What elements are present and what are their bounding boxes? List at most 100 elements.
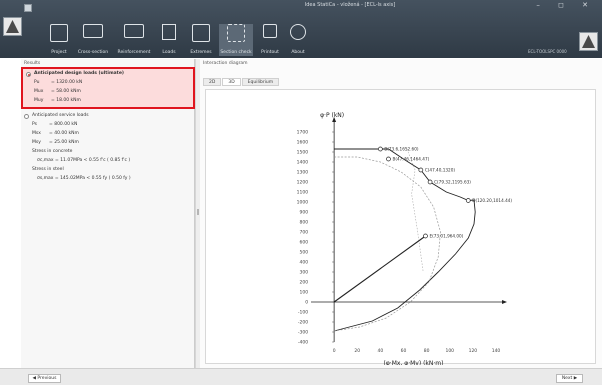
y-tick-label: -400	[298, 340, 308, 346]
x-tick-label: 60	[401, 348, 407, 354]
application-window: Idea StatiCa - vložená - [ECL-ls axis] –…	[0, 0, 602, 385]
service-loads-radio[interactable]	[24, 114, 29, 119]
data-point-label: C(47.40,1320)	[425, 168, 456, 173]
y-tick-label: 1400	[297, 160, 309, 166]
about-icon	[290, 24, 306, 40]
y-tick-label: 1500	[297, 150, 309, 156]
service-load-name: Ps	[32, 122, 37, 127]
y-tick-label: -100	[298, 310, 308, 316]
ultimate-load-value: = 58.00 kNm	[51, 89, 81, 94]
interaction-diagram-panel: Interaction diagram 2D3DEquilibrium ⊞⊕⊖⤢…	[200, 59, 602, 368]
results-panel-title: Results	[24, 61, 41, 66]
chart-canvas[interactable]: -400 -300 -200 -100 0 100 200 300 400 500 600 700 80…	[205, 89, 596, 365]
ultimate-loads-section: Anticipated design loads (ultimate) Pu =…	[21, 67, 195, 109]
project-icon	[50, 24, 68, 42]
x-axis-arrow	[502, 300, 507, 304]
data-point	[423, 233, 428, 239]
ultimate-load-name: Mux	[34, 89, 44, 94]
y-tick-label: 1300	[297, 170, 309, 176]
series-line	[334, 156, 441, 332]
next-button[interactable]: Next ▶	[556, 374, 583, 383]
results-panel: Results Anticipated design loads (ultima…	[21, 59, 195, 368]
service-load-value: = 40.00 kNm	[49, 131, 79, 136]
x-tick-label: 100	[445, 348, 454, 354]
y-tick-label: 1100	[297, 190, 309, 196]
ribbon-reinforcement-button[interactable]: Reinforcement	[115, 24, 153, 56]
data-point	[418, 167, 424, 173]
diagram-title: Interaction diagram	[203, 61, 248, 66]
extremes-icon	[192, 24, 210, 42]
data-point	[465, 198, 471, 203]
series-line	[406, 148, 424, 273]
data-point-label: E(73.01,964.00)	[429, 234, 463, 239]
service-load-value: = 25.00 kNm	[49, 140, 79, 145]
x-tick-label: 120	[469, 348, 478, 354]
ultimate-load-name: Muy	[34, 98, 44, 103]
ribbon-extremes-button[interactable]: Extremes	[186, 24, 216, 56]
ultimate-loads-title: Anticipated design loads (ultimate)	[34, 71, 124, 76]
y-tick-label: 100	[300, 290, 309, 296]
ultimate-loads-radio[interactable]	[26, 72, 31, 77]
y-tick-label: -200	[298, 320, 308, 326]
section-check-icon	[227, 24, 245, 42]
y-tick-label: -300	[298, 330, 308, 336]
service-loads-title: Anticipated service loads	[32, 113, 89, 118]
x-tick-label: 40	[378, 348, 384, 354]
ribbon-about-button[interactable]: About	[287, 24, 309, 56]
brand-logo-icon	[579, 32, 598, 51]
y-tick-label: 700	[300, 230, 309, 236]
ultimate-load-value: = 1320.00 kN	[51, 80, 83, 85]
y-tick-label: 1000	[297, 200, 309, 206]
loads-icon	[162, 24, 176, 40]
y-tick-label: 1600	[297, 140, 309, 146]
ultimate-load-value: = 18.00 kNm	[51, 98, 81, 103]
x-tick-label: 0	[333, 348, 336, 354]
series-line	[333, 235, 426, 303]
x-axis-label: (φ·Mx, φ·My) (kN·m)	[384, 360, 444, 365]
data-point-label: B(47.46,1464.47)	[392, 157, 429, 162]
ribbon-printout-button[interactable]: Printout	[257, 24, 283, 56]
previous-button[interactable]: ◀ Previous	[28, 374, 61, 383]
printout-icon	[263, 24, 277, 38]
ribbon-cross-section-button[interactable]: Cross-section	[76, 24, 110, 56]
y-tick-label: 0	[305, 300, 308, 306]
y-tick-label: 200	[300, 280, 309, 286]
window-controls[interactable]: – ◻ ✕	[536, 1, 596, 9]
data-point	[427, 179, 433, 185]
data-point-label: B(73.6,1652.60)	[384, 147, 418, 152]
y-tick-label: 800	[300, 220, 309, 226]
y-tick-label: 500	[300, 250, 309, 256]
series-line	[333, 148, 476, 332]
save-icon[interactable]	[24, 4, 32, 12]
diagram-toolbar: ⊞⊕⊖⤢⟲⎙	[205, 79, 253, 96]
service-load-name: Msx	[32, 131, 41, 136]
y-tick-label: 900	[300, 210, 309, 216]
concrete-stress-value: σc,max = 11.07MPa < 0.55 f'c ( 0.85 f'c …	[37, 158, 131, 163]
y-axis-label: φ·P (kN)	[320, 112, 344, 119]
data-point	[386, 156, 391, 162]
service-load-name: Msy	[32, 140, 41, 145]
y-tick-label: 600	[300, 240, 309, 246]
interaction-chart: -400-300-200-100010020030040050060070080…	[297, 112, 513, 365]
app-logo-icon	[3, 17, 22, 36]
x-tick-label: 140	[492, 348, 501, 354]
diagram-tabs: 2D 3D Equilibrium	[203, 68, 280, 86]
data-point-label: C(79.32,1195.63)	[434, 180, 471, 185]
x-tick-label: 80	[424, 348, 430, 354]
reinforcement-icon	[124, 24, 144, 38]
version-label: ECL-TOOLSPC 0000	[528, 49, 567, 54]
ribbon-section-check-button[interactable]: Section check	[219, 24, 253, 56]
ribbon-project-button[interactable]: Project	[48, 24, 70, 56]
window-title: Idea StatiCa - vložená - [ECL-ls axis]	[304, 2, 396, 8]
footer-bar: ◀ Previous Next ▶	[0, 368, 602, 385]
data-point	[378, 146, 383, 152]
steel-stress-title: Stress in steel	[32, 167, 64, 172]
x-tick-label: 20	[354, 348, 360, 354]
ribbon-loads-button[interactable]: Loads	[158, 24, 180, 56]
cross-section-icon	[83, 24, 103, 38]
steel-stress-value: σs,max = 145.02MPa < 0.55 fy ( 0.50 fy )	[37, 176, 131, 181]
y-tick-label: 300	[300, 270, 309, 276]
ultimate-load-name: Pu	[34, 80, 40, 85]
splitter-grip-icon[interactable]	[197, 209, 199, 215]
y-tick-label: 400	[300, 260, 309, 266]
